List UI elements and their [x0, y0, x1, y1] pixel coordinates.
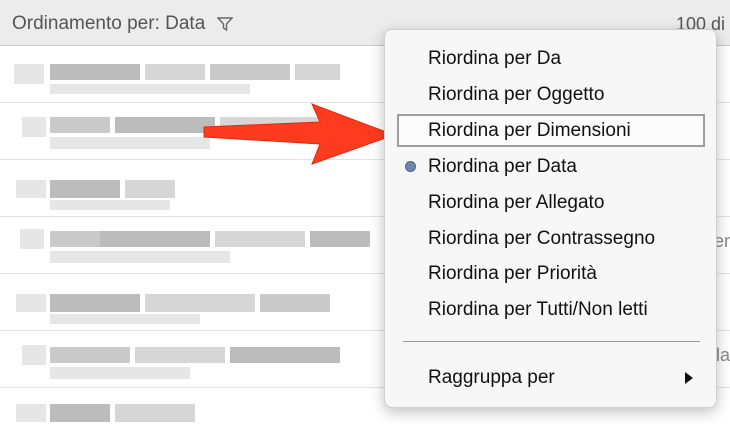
row-tail-text: la [715, 345, 730, 365]
menu-item-group-by[interactable]: Raggruppa per [397, 361, 705, 394]
sort-label-text: Ordinamento per: Data [12, 13, 206, 34]
menu-item-sort-unread[interactable]: Riordina per Tutti/Non letti [397, 293, 705, 326]
menu-item-sort-from[interactable]: Riordina per Da [397, 42, 705, 75]
sort-menu: Riordina per Da Riordina per Oggetto Rio… [384, 29, 717, 408]
menu-item-sort-priority[interactable]: Riordina per Priorità [397, 257, 705, 290]
menu-item-sort-size[interactable]: Riordina per Dimensioni [397, 114, 705, 147]
sort-by-control[interactable]: Ordinamento per: Data [12, 13, 234, 35]
menu-separator [403, 341, 700, 342]
radio-selected-icon [405, 161, 416, 172]
menu-item-sort-flag[interactable]: Riordina per Contrassegno [397, 222, 705, 255]
menu-item-sort-attachment[interactable]: Riordina per Allegato [397, 186, 705, 219]
menu-item-sort-subject[interactable]: Riordina per Oggetto [397, 78, 705, 111]
annotation-arrow-icon [203, 103, 396, 165]
submenu-chevron-icon [685, 372, 693, 384]
menu-item-sort-date[interactable]: Riordina per Data [397, 150, 705, 183]
filter-funnel-icon [217, 17, 234, 31]
